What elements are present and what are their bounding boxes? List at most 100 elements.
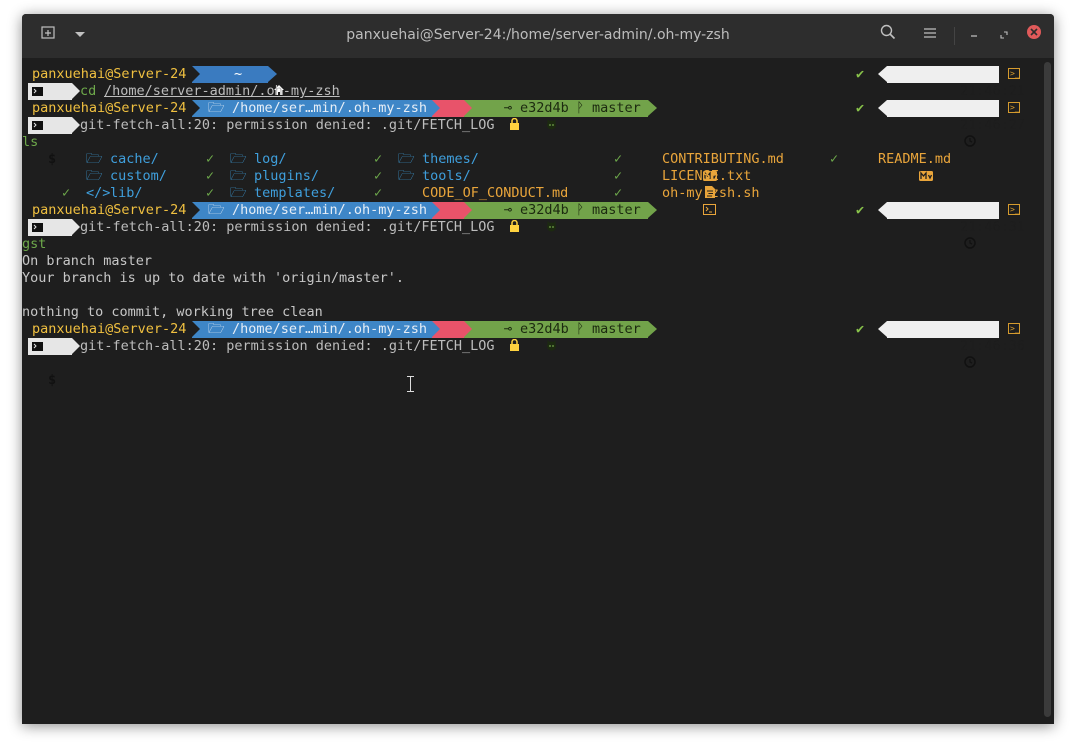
check-icon: ✓ [206,185,215,201]
output-line: On branch master [22,253,153,269]
output-line: Your branch is up to date with 'origin/m… [22,270,405,286]
ls-row: 🗁 cache/ ✓ 🗁 log/ ✓ 🗁 themes/ ✓ CONTRIBU… [22,151,1032,181]
search-icon[interactable] [876,24,900,48]
prompt-line: panxuehai@Server-24 ~ ✔ 21:46:21 >_ [24,66,1034,113]
check-icon: ✓ [614,185,623,201]
restore-icon[interactable] [992,24,1016,48]
prompt-dir: ~ [234,66,243,82]
check-icon: ✔ [856,66,865,82]
segment-separator [432,321,440,337]
segment-separator [192,321,200,337]
ls-row: ✓ </> lib/ ✓ 🗁 templates/ ✓ CODE_OF_COND… [22,185,1032,215]
titlebar: panxuehai@Server-24:/home/server-admin/.… [22,14,1054,58]
check-icon: ✔ [856,202,865,218]
check-icon: ✓ [374,168,383,184]
folder-icon: 🗁 [398,168,415,184]
segment-separator [464,202,472,218]
prompt-dir: /home/ser…min/.oh-my-zsh [232,100,428,116]
terminal-body[interactable]: panxuehai@Server-24 ~ ✔ 21:46:21 >_ $ [22,58,1054,724]
segment-separator [648,321,657,337]
list-item: custom/ [110,168,167,184]
prompt-user: panxuehai@Server-24 [32,100,187,116]
folder-open-icon: 🗁 [208,202,225,218]
segment-separator [648,202,657,218]
segment-separator [432,100,440,116]
clock-icon [964,237,976,249]
time-segment: 21:46:31 [887,202,1025,249]
terminal-icon: >_ [1008,68,1020,79]
folder-icon: 🗁 [230,185,247,201]
list-item: CONTRIBUTING.md [662,151,784,167]
ls-row: 🗁 custom/ ✓ 🗁 plugins/ ✓ 🗁 tools/ ✓ LICE… [22,168,1032,198]
segment-separator [878,100,887,116]
prompt-line: panxuehai@Server-24 🗁 /home/ser…min/.oh-… [24,202,1034,249]
check-icon: ✓ [374,151,383,167]
commit-icon: ⊸ [504,100,513,116]
time-segment: 21:46:36 [887,321,1025,368]
git-hash: e32d4b [520,100,569,116]
segment-separator [878,202,887,218]
prompt-user: panxuehai@Server-24 [32,202,187,218]
list-item: LICENSE.txt [662,168,752,184]
segment-separator [268,66,277,82]
time-segment: 21:46:27 [887,100,1025,147]
folder-icon: 🗁 [230,168,247,184]
mouse-cursor-ibeam [407,376,417,392]
terminal-icon: >_ [1008,204,1020,215]
segment-separator [72,83,80,99]
minimize-icon[interactable] [962,24,986,48]
list-item: cache/ [110,151,159,167]
check-icon: ✔ [856,100,865,116]
code-icon: </> [86,185,111,201]
folder-icon: 🗁 [398,151,415,167]
prompt-user: panxuehai@Server-24 [32,321,187,337]
command-path: /home/server-admin/.oh-my-zsh [104,83,340,99]
segment-separator [878,321,887,337]
check-icon: ✓ [62,185,71,201]
branch-icon: ᚹ [576,202,585,218]
scrollbar[interactable] [1044,62,1051,717]
command-line: $ cd /home/server-admin/.oh-my-zsh [24,83,1034,133]
close-icon[interactable] [1022,24,1046,48]
folder-icon: 🗁 [86,168,103,184]
terminal-icon: >_ [1008,323,1020,334]
clock-icon [964,135,976,147]
check-icon: ✔ [856,321,865,337]
prompt-line: panxuehai@Server-24 🗁 /home/ser…min/.oh-… [24,321,1034,368]
prompt-badge: $ [28,338,72,388]
segment-separator [464,321,472,337]
check-icon: ✓ [206,151,215,167]
segment-separator [192,100,200,116]
commit-icon: ⊸ [504,321,513,337]
prompt-badge: $ [28,83,72,133]
folder-open-icon: 🗁 [208,100,225,116]
error-message: git-fetch-all:20: permission denied: .gi… [80,219,495,235]
check-icon: ✓ [614,168,623,184]
segment-separator [72,338,80,354]
check-icon: ✓ [830,151,839,167]
prompt-dir: /home/ser…min/.oh-my-zsh [232,202,428,218]
list-item: templates/ [254,185,336,201]
git-branch: master [592,321,641,337]
list-item: oh-my-zsh.sh [662,185,760,201]
terminal-icon: >_ [1008,102,1020,113]
prompt-badge: $ [28,219,72,269]
commit-icon: ⊸ [504,202,513,218]
terminal-window: panxuehai@Server-24:/home/server-admin/.… [22,14,1054,724]
prompt-badge: $ [28,117,72,167]
list-item: CODE_OF_CONDUCT.md [422,185,569,201]
output-line: nothing to commit, working tree clean [22,304,323,320]
hamburger-menu-icon[interactable] [918,24,942,48]
prompt-symbol: $ [48,372,57,388]
command-prefix: cd [80,83,105,99]
list-item: plugins/ [254,168,320,184]
list-item: themes/ [422,151,479,167]
check-icon: ✓ [374,185,383,201]
clock-icon [964,356,976,368]
command-line: $ git-fetch-all:20: permission denied: .… [24,338,1034,388]
prompt-user: panxuehai@Server-24 [32,66,187,82]
prompt-line: panxuehai@Server-24 🗁 /home/ser…min/.oh-… [24,100,1034,147]
terminal-icon [32,121,43,130]
command-line: $ git-fetch-all:20: permission denied: .… [24,219,1034,269]
gst-command: gst [22,236,47,252]
